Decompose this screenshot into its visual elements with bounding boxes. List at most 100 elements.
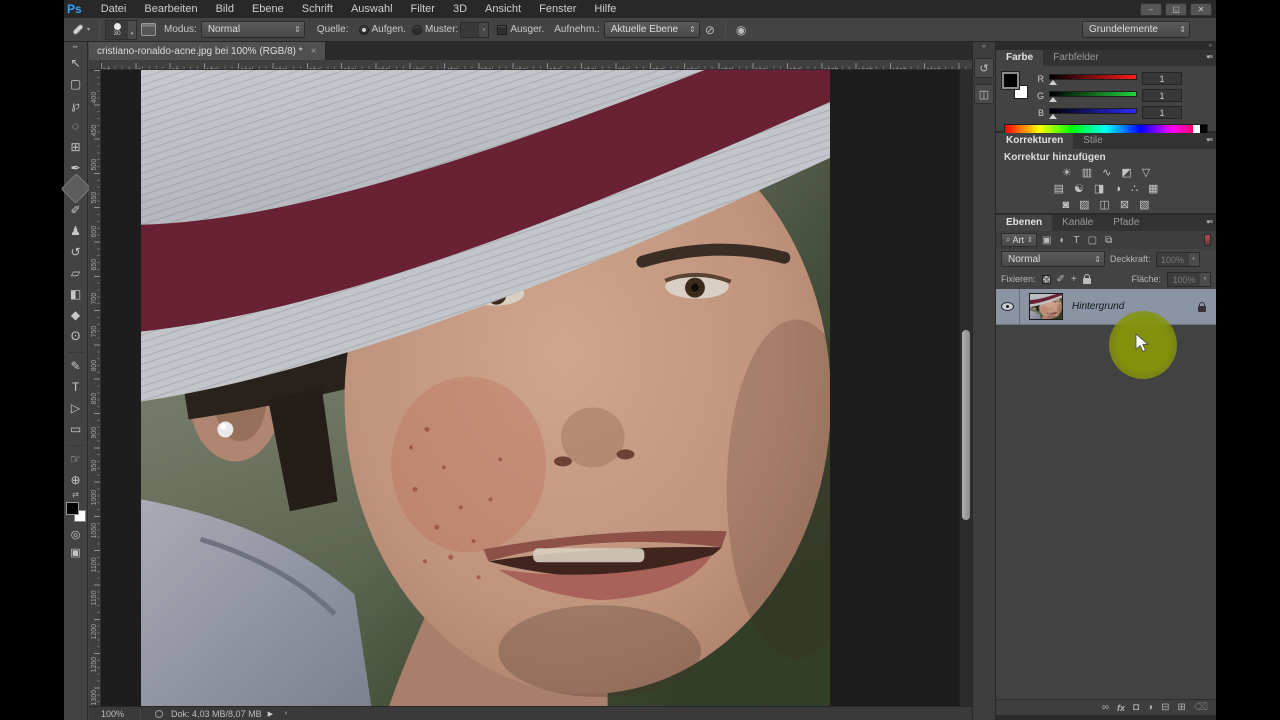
toolbar-divider[interactable] (66, 346, 85, 353)
panel-tab[interactable]: Farbfelder (1043, 50, 1109, 66)
color-balance-icon[interactable]: ☯ (1074, 182, 1084, 196)
move-tool-icon[interactable]: ↖ (65, 52, 87, 73)
selective-color-icon[interactable]: ⊠ (1120, 198, 1129, 212)
channel-value-field[interactable]: 1 (1142, 106, 1182, 119)
exposure-icon[interactable]: ◩ (1121, 166, 1131, 180)
modus-select[interactable]: Normal ⇕ (200, 21, 305, 38)
adjustment-layer-icon[interactable]: ◑ (1147, 702, 1153, 713)
channel-mixer-icon[interactable]: ∴ (1131, 182, 1138, 196)
blend-mode-select[interactable]: Normal ⇕ (1001, 251, 1105, 267)
ignore-adjustment-layers-icon[interactable]: ⊘ (700, 23, 720, 37)
lasso-tool-icon[interactable]: ℘ (65, 94, 87, 115)
channel-slider[interactable] (1049, 90, 1137, 102)
foreground-color-swatch[interactable] (65, 502, 79, 515)
hue-saturation-icon[interactable]: ▤ (1054, 182, 1064, 196)
panel-tab[interactable]: Farbe (996, 50, 1044, 66)
path-selection-tool-icon[interactable]: ▷ (65, 397, 87, 418)
zoom-tool-icon[interactable]: ⊕ (65, 469, 87, 490)
zoom-level-field[interactable]: 100% (89, 709, 134, 719)
slider-track[interactable] (1049, 107, 1137, 114)
brush-preset-picker[interactable]: 30 ▾ (105, 19, 138, 40)
deckkraft-field[interactable]: 100% ▾ (1155, 251, 1200, 267)
crop-tool-icon[interactable]: ⊞ (65, 136, 87, 157)
invert-icon[interactable]: ◙ (1062, 198, 1069, 212)
toolbar-divider[interactable] (66, 439, 85, 446)
screen-mode-icon[interactable]: ▣ (65, 543, 87, 561)
black-white-icon[interactable]: ◨ (1094, 182, 1104, 196)
slider-thumb-icon[interactable] (1049, 96, 1057, 102)
lock-transparency-icon[interactable] (1041, 274, 1051, 284)
menu-item[interactable]: Datei (92, 0, 136, 18)
curves-icon[interactable]: ∿ (1102, 166, 1111, 180)
gradient-tool-icon[interactable]: ◧ (65, 283, 87, 304)
menu-item[interactable]: Schrift (293, 0, 342, 18)
foreground-background-swatches[interactable] (65, 501, 87, 523)
canvas-image[interactable] (141, 70, 830, 706)
foreground-color-swatch[interactable] (1001, 71, 1020, 90)
scrollbar-thumb[interactable] (962, 330, 970, 520)
collapse-panels-icon[interactable]: » (1209, 43, 1212, 49)
document-tab[interactable]: cristiano-ronaldo-acne.jpg bei 100% (RGB… (89, 42, 326, 60)
type-tool-icon[interactable]: T (65, 376, 87, 397)
history-panel-icon[interactable]: ↺ (974, 58, 994, 78)
panel-menu-icon[interactable]: ▾≡ (1206, 218, 1213, 226)
history-brush-tool-icon[interactable]: ↺ (65, 241, 87, 262)
filter-pixel-layers-icon[interactable]: ▣ (1042, 235, 1051, 246)
filter-adjustment-layers-icon[interactable]: ◐ (1059, 235, 1065, 246)
channel-slider[interactable] (1049, 73, 1137, 85)
visibility-cell[interactable] (996, 289, 1020, 324)
muster-radio[interactable] (411, 24, 422, 35)
eye-icon[interactable] (1001, 302, 1014, 311)
marquee-tool-icon[interactable]: ▢ (65, 73, 87, 94)
layer-filter-select[interactable]: ⌕ Art ⇕ (1001, 233, 1037, 247)
gradient-map-icon[interactable]: ▧ (1139, 198, 1149, 212)
slider-thumb-icon[interactable] (1049, 79, 1057, 85)
chevron-down-icon[interactable]: ▾ (1200, 272, 1210, 286)
pattern-picker[interactable]: ▾ (460, 21, 490, 38)
menu-item[interactable]: Hilfe (585, 0, 625, 18)
slider-thumb-icon[interactable] (1049, 113, 1057, 119)
photo-filter-icon[interactable]: ◑ (1114, 182, 1121, 196)
new-group-icon[interactable]: ⊟ (1161, 702, 1169, 713)
panel-tab[interactable]: Korrekturen (996, 133, 1074, 149)
layer-filter-toggle[interactable] (1204, 234, 1211, 246)
status-back-arrow-icon[interactable]: ‹ (279, 710, 293, 717)
vibrance-icon[interactable]: ▽ (1142, 166, 1150, 180)
quick-mask-icon[interactable]: ◎ (65, 525, 87, 543)
eraser-tool-icon[interactable]: ▱ (65, 262, 87, 283)
quick-selection-tool-icon[interactable]: ◌ (65, 115, 87, 136)
filter-type-layers-icon[interactable]: T (1074, 235, 1080, 246)
close-tab-icon[interactable]: × (311, 46, 317, 57)
clone-stamp-tool-icon[interactable]: ♟ (65, 220, 87, 241)
airbrush-pressure-icon[interactable]: ◉ (731, 23, 751, 37)
slider-track[interactable] (1049, 73, 1137, 80)
menu-item[interactable]: 3D (444, 0, 476, 18)
new-layer-icon[interactable]: ⊞ (1177, 702, 1185, 713)
expand-panels-icon[interactable]: « (982, 42, 986, 51)
lock-pixels-icon[interactable]: ✐ (1057, 274, 1065, 285)
brightness-contrast-icon[interactable]: ☀ (1062, 166, 1072, 180)
hand-tool-icon[interactable]: ☞ (65, 448, 87, 469)
panel-menu-icon[interactable]: ▾≡ (1206, 136, 1213, 144)
swap-colors-icon[interactable]: ⇄ (72, 490, 79, 499)
filter-smart-objects-icon[interactable]: ⧉ (1105, 235, 1112, 246)
status-menu-arrow-icon[interactable]: ▶ (262, 710, 279, 718)
color-lookup-icon[interactable]: ▦ (1148, 182, 1158, 196)
menu-item[interactable]: Auswahl (342, 0, 402, 18)
flaeche-field[interactable]: 100% ▾ (1167, 271, 1211, 287)
tool-preset-picker[interactable]: ▾ (64, 23, 94, 36)
blur-tool-icon[interactable]: ◆ (65, 304, 87, 325)
restore-button[interactable]: ◱ (1165, 2, 1187, 16)
minimize-button[interactable]: – (1140, 2, 1162, 16)
panel-tab[interactable]: Stile (1073, 133, 1112, 149)
shape-tool-icon[interactable]: ▭ (65, 418, 87, 439)
panel-tab[interactable]: Kanäle (1052, 215, 1103, 231)
menu-item[interactable]: Filter (402, 0, 444, 18)
channel-value-field[interactable]: 1 (1142, 89, 1182, 102)
properties-panel-icon[interactable]: ◫ (974, 84, 994, 104)
toolbar-collapse-icon[interactable]: ▸▸ (73, 42, 78, 52)
panel-tab[interactable]: Ebenen (996, 215, 1053, 231)
brush-panel-toggle-icon[interactable] (141, 23, 157, 36)
menu-item[interactable]: Fenster (530, 0, 585, 18)
posterize-icon[interactable]: ▨ (1079, 198, 1089, 212)
